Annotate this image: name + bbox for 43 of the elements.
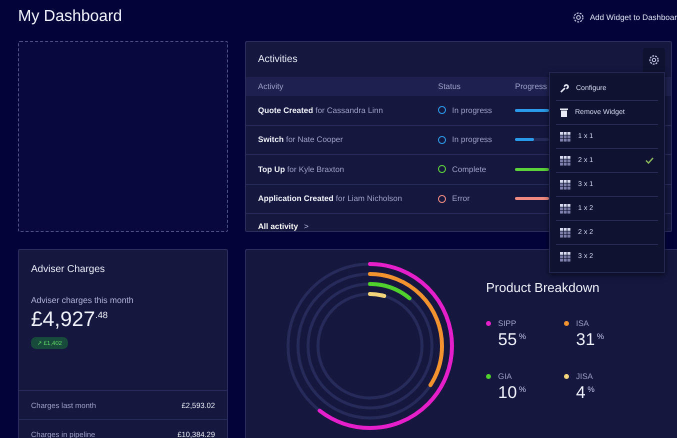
legend-label: ISA (576, 319, 589, 328)
wrench-icon (560, 84, 569, 93)
percent-sign: % (518, 385, 526, 394)
legend-label: SIPP (498, 319, 516, 328)
legend-label: GIA (498, 372, 512, 381)
charges-label: Adviser charges this month (31, 295, 135, 305)
chart-title: Product Breakdown (486, 280, 600, 295)
settings-button[interactable] (643, 48, 665, 72)
column-header: Progress (515, 82, 548, 91)
column-header: Status (438, 82, 461, 91)
legend-value: 10 (498, 383, 517, 403)
column-header: Activity (258, 82, 284, 91)
card-title: Adviser Charges (31, 264, 106, 275)
grid-layout-icon (560, 228, 571, 238)
legend-value: 55 (498, 330, 517, 350)
legend-value: 4 (576, 383, 586, 403)
add-widget-button[interactable]: Add Widget to Dashboar (572, 10, 677, 24)
card-title: Activities (258, 54, 298, 65)
percent-sign: % (518, 332, 526, 341)
grid-layout-icon (560, 180, 571, 190)
grid-layout-icon (560, 132, 571, 142)
status-text: In progress (452, 135, 492, 144)
percent-sign: % (587, 385, 595, 394)
status-text: Complete (452, 164, 486, 174)
activity-text: Top Up for Kyle Braxton (258, 164, 346, 174)
trash-icon (560, 108, 568, 117)
page-title: My Dashboard (18, 8, 122, 26)
activity-text: Switch for Nate Cooper (258, 135, 344, 144)
status-text: Error (452, 194, 470, 204)
grid-layout-icon (560, 156, 571, 166)
activity-text: Quote Created for Cassandra Linn (258, 106, 384, 115)
grid-layout-icon (560, 204, 571, 214)
legend-label: JISA (576, 372, 593, 381)
activity-text: Application Created for Liam Nicholson (258, 194, 404, 204)
percent-sign: % (596, 332, 604, 341)
legend-value: 31 (576, 330, 595, 350)
status-text: In progress (452, 106, 492, 115)
charges-amount: £4,927$^{.48}$ (31, 308, 109, 332)
settings-icon (648, 54, 660, 66)
all-activity-link[interactable]: All activity (258, 222, 298, 231)
settings-icon (572, 10, 585, 24)
grid-layout-icon (560, 252, 571, 262)
chevron-text: > (304, 222, 309, 231)
